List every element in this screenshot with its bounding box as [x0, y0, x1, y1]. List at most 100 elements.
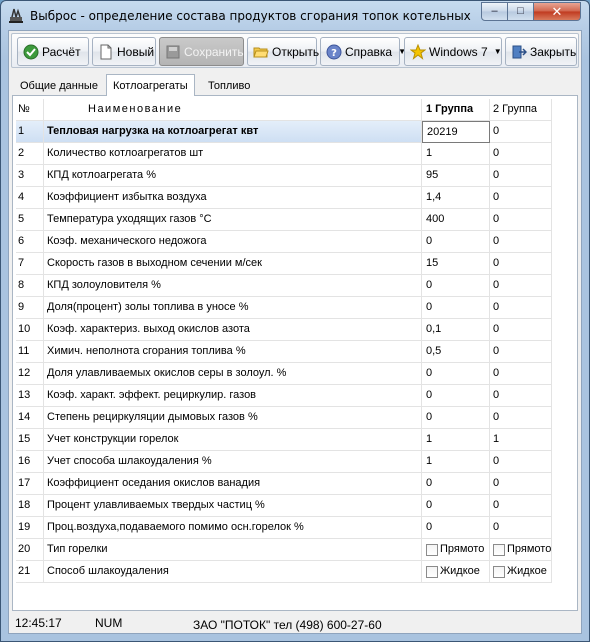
- table-row[interactable]: 19 Проц.воздуха,подаваемого помимо осн.го…: [16, 517, 556, 539]
- group-2-value[interactable]: 0: [490, 517, 552, 539]
- checkbox[interactable]: [426, 565, 438, 578]
- table-row[interactable]: 2 Количество котлоагрегатов шт 1 0: [16, 143, 556, 165]
- new-button[interactable]: Новый: [92, 37, 156, 66]
- group-1-value[interactable]: 15: [422, 253, 490, 275]
- parameter-name: Проц.воздуха,подаваемого помимо осн.горе…: [44, 517, 422, 539]
- group-2-value[interactable]: 0: [490, 275, 552, 297]
- group-1-value[interactable]: 1: [422, 451, 490, 473]
- group-2-value[interactable]: 0: [490, 209, 552, 231]
- title-bar[interactable]: Выброс - определение состава продуктов с…: [1, 1, 589, 31]
- group-2-value[interactable]: 0: [490, 341, 552, 363]
- group-1-value[interactable]: 400: [422, 209, 490, 231]
- calculate-button[interactable]: Расчёт: [17, 37, 89, 66]
- group-2-value[interactable]: 0: [490, 297, 552, 319]
- tab-boilers[interactable]: Котлоагрегаты: [106, 74, 195, 96]
- status-time: 12:45:17: [15, 616, 62, 630]
- table-row[interactable]: 8 КПД золоуловителя % 0 0: [16, 275, 556, 297]
- group-1-value[interactable]: 95: [422, 165, 490, 187]
- row-number: 2: [16, 143, 44, 165]
- group-2-checkbox-cell[interactable]: Прямото: [490, 539, 552, 561]
- table-row[interactable]: 13 Коэф. характ. эффект. рециркулир. газо…: [16, 385, 556, 407]
- group-1-value[interactable]: 0: [422, 495, 490, 517]
- group-2-checkbox-cell[interactable]: Жидкое: [490, 561, 552, 583]
- group-1-value[interactable]: 0: [422, 297, 490, 319]
- table-row[interactable]: 9 Доля(процент) золы топлива в уносе % 0 0: [16, 297, 556, 319]
- parameter-name: КПД котлоагрегата %: [44, 165, 422, 187]
- group-2-value[interactable]: 0: [490, 451, 552, 473]
- table-row[interactable]: 14 Степень рециркуляции дымовых газов % 0 0: [16, 407, 556, 429]
- table-row[interactable]: 6 Коэф. механического недожога 0 0: [16, 231, 556, 253]
- group-2-value[interactable]: 0: [490, 385, 552, 407]
- group-2-value[interactable]: 0: [490, 121, 552, 143]
- row-number: 3: [16, 165, 44, 187]
- app-window: Выброс - определение состава продуктов с…: [0, 0, 590, 642]
- group-1-value[interactable]: 0: [422, 473, 490, 495]
- save-label: Сохранить: [184, 44, 244, 59]
- status-numlock: NUM: [95, 616, 123, 630]
- group-1-checkbox-cell[interactable]: Жидкое: [422, 561, 490, 583]
- table-row[interactable]: 3 КПД котлоагрегата % 95 0: [16, 165, 556, 187]
- group-2-value[interactable]: 0: [490, 363, 552, 385]
- group-1-value[interactable]: 0: [422, 231, 490, 253]
- table-row[interactable]: 16 Учет способа шлакоудаления % 1 0: [16, 451, 556, 473]
- maximize-button[interactable]: □: [508, 2, 534, 21]
- group-1-value[interactable]: 0: [422, 275, 490, 297]
- close-window-button[interactable]: ✕: [534, 2, 581, 21]
- parameter-name: Степень рециркуляции дымовых газов %: [44, 407, 422, 429]
- status-bar: 12:45:17 NUM ЗАО "ПОТОК" тел (498) 600-2…: [9, 612, 581, 634]
- checkbox-label: Прямото: [440, 543, 485, 555]
- row-number: 4: [16, 187, 44, 209]
- group-1-value[interactable]: 0,5: [422, 341, 490, 363]
- help-button[interactable]: ? Справка ▼: [320, 37, 406, 66]
- table-row[interactable]: 5 Температура уходящих газов °С 400 0: [16, 209, 556, 231]
- save-button[interactable]: Сохранить: [159, 37, 244, 66]
- exit-button[interactable]: Закрыть: [505, 37, 577, 66]
- group-1-value[interactable]: 1,4: [422, 187, 490, 209]
- tab-fuel[interactable]: Топливо: [202, 77, 256, 95]
- group-2-value[interactable]: 0: [490, 253, 552, 275]
- table-row[interactable]: 1 Тепловая нагрузка на котлоагрегат квт 20…: [16, 121, 556, 143]
- windows7-button[interactable]: Windows 7 ▼: [404, 37, 502, 66]
- group-2-value[interactable]: 0: [490, 231, 552, 253]
- group-2-value[interactable]: 0: [490, 165, 552, 187]
- tab-general-data[interactable]: Общие данные: [14, 77, 104, 95]
- table-row[interactable]: 11 Химич. неполнота сгорания топлива % 0,5…: [16, 341, 556, 363]
- table-row[interactable]: 20 Тип горелки Прямото Прямото: [16, 539, 556, 561]
- table-row[interactable]: 18 Процент улавливаемых твердых частиц % 0…: [16, 495, 556, 517]
- group-2-value[interactable]: 0: [490, 319, 552, 341]
- app-logo-icon: [9, 8, 23, 23]
- group-1-value[interactable]: 0: [422, 407, 490, 429]
- minimize-button[interactable]: –: [481, 2, 508, 21]
- group-2-value[interactable]: 0: [490, 495, 552, 517]
- group-1-value[interactable]: 0,1: [422, 319, 490, 341]
- group-1-checkbox-cell[interactable]: Прямото: [422, 539, 490, 561]
- table-row[interactable]: 4 Коэффициент избытка воздуха 1,4 0: [16, 187, 556, 209]
- group-2-value[interactable]: 0: [490, 473, 552, 495]
- toolbar: Расчёт Новый Сохранить Открыть ? Справка…: [11, 33, 579, 68]
- checkbox[interactable]: [493, 543, 505, 556]
- parameter-name: Тепловая нагрузка на котлоагрегат квт: [44, 121, 422, 143]
- table-row[interactable]: 12 Доля улавливаемых окислов серы в золоу…: [16, 363, 556, 385]
- group-1-value[interactable]: 20219: [422, 121, 490, 143]
- table-row[interactable]: 10 Коэф. характериз. выход окислов азота 0…: [16, 319, 556, 341]
- table-row[interactable]: 21 Способ шлакоудаления Жидкое Жидкое: [16, 561, 556, 583]
- open-folder-icon: [253, 47, 269, 57]
- group-2-value[interactable]: 0: [490, 187, 552, 209]
- parameter-name: Коэф. характ. эффект. рециркулир. газов: [44, 385, 422, 407]
- group-1-value[interactable]: 0: [422, 517, 490, 539]
- group-1-value[interactable]: 1: [422, 143, 490, 165]
- parameter-name: КПД золоуловителя %: [44, 275, 422, 297]
- table-row[interactable]: 15 Учет конструкции горелок 1 1: [16, 429, 556, 451]
- row-number: 13: [16, 385, 44, 407]
- group-2-value[interactable]: 1: [490, 429, 552, 451]
- checkbox[interactable]: [493, 565, 505, 578]
- open-button[interactable]: Открыть: [247, 37, 319, 66]
- checkbox[interactable]: [426, 543, 438, 556]
- group-1-value[interactable]: 1: [422, 429, 490, 451]
- group-1-value[interactable]: 0: [422, 363, 490, 385]
- table-row[interactable]: 17 Коэффициент оседания окислов ванадия 0 0: [16, 473, 556, 495]
- group-1-value[interactable]: 0: [422, 385, 490, 407]
- table-row[interactable]: 7 Скорость газов в выходном сечении м/сек…: [16, 253, 556, 275]
- group-2-value[interactable]: 0: [490, 407, 552, 429]
- group-2-value[interactable]: 0: [490, 143, 552, 165]
